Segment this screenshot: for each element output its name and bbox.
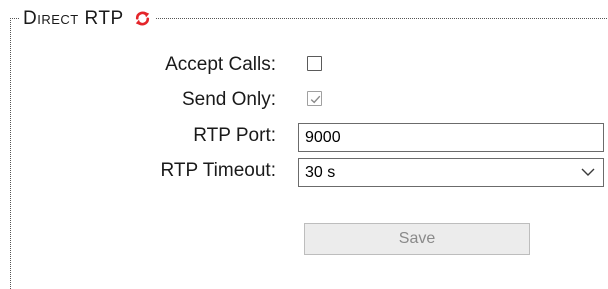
section-title: Direct RTP — [23, 7, 124, 29]
rtp-port-label: RTP Port: — [193, 125, 276, 146]
save-button[interactable]: Save — [304, 223, 530, 255]
rtp-timeout-row: RTP Timeout: 30 s — [0, 157, 608, 187]
send-only-checkbox[interactable] — [307, 91, 322, 106]
accept-calls-row: Accept Calls: — [0, 51, 608, 79]
rtp-port-input[interactable] — [298, 123, 604, 152]
send-only-label: Send Only: — [182, 89, 276, 110]
chevron-down-icon — [581, 168, 595, 176]
checkmark-icon — [310, 95, 321, 104]
accept-calls-label: Accept Calls: — [165, 54, 276, 75]
rtp-timeout-label: RTP Timeout: — [160, 160, 276, 181]
section-legend: Direct RTP — [19, 5, 155, 31]
send-only-row: Send Only: — [0, 86, 608, 114]
rtp-timeout-value: 30 s — [305, 164, 336, 181]
rtp-port-row: RTP Port: — [0, 122, 608, 152]
rtp-timeout-select[interactable]: 30 s — [298, 158, 604, 187]
refresh-icon[interactable] — [134, 10, 151, 27]
accept-calls-checkbox[interactable] — [307, 56, 322, 71]
